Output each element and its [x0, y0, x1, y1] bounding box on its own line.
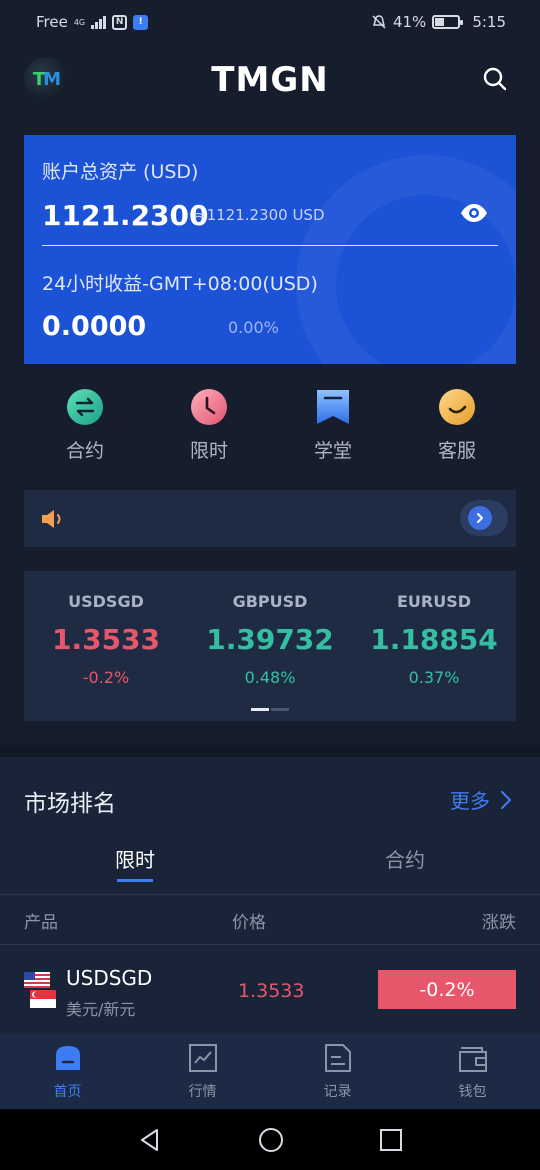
profit-label: 24小时收益-GMT+08:00(USD) — [42, 273, 318, 295]
tab-label: 行情 — [188, 1084, 217, 1100]
home-icon — [55, 1046, 80, 1070]
recents-icon[interactable] — [379, 1128, 403, 1152]
back-icon[interactable] — [137, 1127, 163, 1153]
profit-percent: 0.00% — [228, 318, 279, 337]
ticker-change: -0.2% — [82, 668, 130, 687]
market-ranking-section: 市场排名 更多 限时 合约 产品 价格 涨跌 USDSGD 美元/新元 1.35… — [0, 757, 540, 1037]
ticker-item[interactable]: USDSGD 1.3533 -0.2% — [24, 571, 188, 721]
ticker-item[interactable]: EURUSD 1.18854 0.37% — [352, 571, 516, 721]
wallet-icon — [458, 1047, 487, 1072]
ticker-price: 1.18854 — [370, 623, 498, 656]
brand-logo: TM — [24, 57, 68, 101]
more-label: 更多 — [450, 789, 490, 813]
page-title: TMGN — [211, 60, 329, 100]
product-subtitle: 美元/新元 — [66, 1000, 136, 1019]
total-assets-approx: ≈1121.2300 USD — [194, 206, 325, 224]
quick-action-academy[interactable]: 学堂 — [284, 388, 382, 468]
app-header: TM TMGN — [0, 44, 540, 116]
market-tabs: 限时 合约 — [0, 829, 540, 895]
card-watermark — [296, 155, 516, 364]
ticker-change: 0.37% — [408, 668, 460, 687]
tab-label: 钱包 — [458, 1084, 487, 1100]
carousel-indicator — [251, 708, 289, 711]
product-name: USDSGD — [66, 966, 153, 990]
system-nav-bar — [0, 1109, 540, 1170]
search-icon[interactable] — [482, 66, 508, 92]
battery-percent: 41% — [392, 13, 427, 31]
announcement-bar[interactable] — [24, 490, 516, 547]
ticker-item[interactable]: GBPUSD 1.39732 0.48% — [188, 571, 352, 721]
ticker-symbol: GBPUSD — [232, 592, 308, 611]
clock-time: 5:15 — [472, 13, 506, 31]
quick-action-label: 学堂 — [313, 440, 352, 462]
total-assets-label: 账户总资产 (USD) — [42, 161, 199, 183]
bookmark-icon — [317, 390, 349, 424]
column-header-change: 涨跌 — [482, 912, 516, 933]
section-title: 市场排名 — [24, 791, 116, 817]
eye-icon[interactable] — [460, 203, 488, 223]
chart-icon — [188, 1044, 217, 1072]
quick-action-contract[interactable]: 合约 — [36, 388, 134, 468]
smile-icon — [439, 389, 475, 425]
status-bar: Free 4G N ! 41% 5:15 — [0, 0, 540, 44]
speaker-icon — [42, 510, 61, 528]
tab-label: 记录 — [323, 1084, 352, 1100]
quick-action-service[interactable]: 客服 — [408, 388, 506, 468]
tab-limited[interactable]: 限时 — [0, 829, 270, 894]
quick-actions: 合约 限时 学堂 客服 — [24, 388, 516, 468]
ticker-symbol: EURUSD — [396, 592, 472, 611]
change-badge: -0.2% — [378, 970, 516, 1009]
signal-icon — [91, 15, 107, 29]
carrier-label: Free — [36, 13, 68, 31]
product-price: 1.3533 — [238, 980, 305, 1002]
quick-action-label: 限时 — [189, 440, 228, 462]
flag-icon — [24, 972, 56, 1008]
nfc-icon: N — [112, 14, 128, 30]
announcement-more-button[interactable] — [460, 500, 508, 536]
tab-home[interactable]: 首页 — [0, 1034, 135, 1109]
table-row[interactable]: USDSGD 美元/新元 1.3533 -0.2% — [0, 946, 540, 1036]
chevron-right-icon — [468, 506, 492, 530]
tab-label: 首页 — [53, 1084, 82, 1100]
total-assets-value: 1121.2300 — [42, 199, 209, 232]
tab-wallet[interactable]: 钱包 — [405, 1034, 540, 1109]
table-header: 产品 价格 涨跌 — [0, 896, 540, 945]
tab-market[interactable]: 行情 — [135, 1034, 270, 1109]
column-header-price: 价格 — [232, 912, 266, 933]
tab-records[interactable]: 记录 — [270, 1034, 405, 1109]
ticker-price: 1.3533 — [51, 623, 161, 656]
column-header-product: 产品 — [24, 912, 58, 933]
mute-icon — [372, 15, 386, 29]
section-separator — [0, 745, 540, 757]
profit-value: 0.0000 — [42, 311, 147, 342]
network-label: 4G — [73, 17, 86, 27]
document-icon — [324, 1044, 351, 1072]
card-divider — [42, 245, 498, 246]
app-notification-icon: ! — [133, 14, 149, 30]
quick-action-limited[interactable]: 限时 — [160, 388, 258, 468]
ticker-price: 1.39732 — [206, 623, 334, 656]
more-link[interactable]: 更多 — [450, 785, 512, 814]
clock-icon — [191, 389, 227, 425]
swap-icon — [67, 389, 103, 425]
battery-icon — [432, 15, 464, 29]
quick-action-label: 合约 — [65, 440, 104, 462]
bottom-tab-bar: 首页 行情 记录 钱包 — [0, 1034, 540, 1109]
ticker-carousel[interactable]: USDSGD 1.3533 -0.2% GBPUSD 1.39732 0.48%… — [24, 571, 516, 721]
ticker-symbol: USDSGD — [68, 592, 144, 611]
chevron-right-icon — [500, 790, 512, 809]
tab-contract[interactable]: 合约 — [270, 829, 540, 894]
ticker-change: 0.48% — [244, 668, 296, 687]
asset-card: 账户总资产 (USD) 1121.2300 ≈1121.2300 USD 24小… — [24, 135, 516, 364]
home-circle-icon[interactable] — [258, 1127, 284, 1153]
quick-action-label: 客服 — [437, 440, 476, 462]
